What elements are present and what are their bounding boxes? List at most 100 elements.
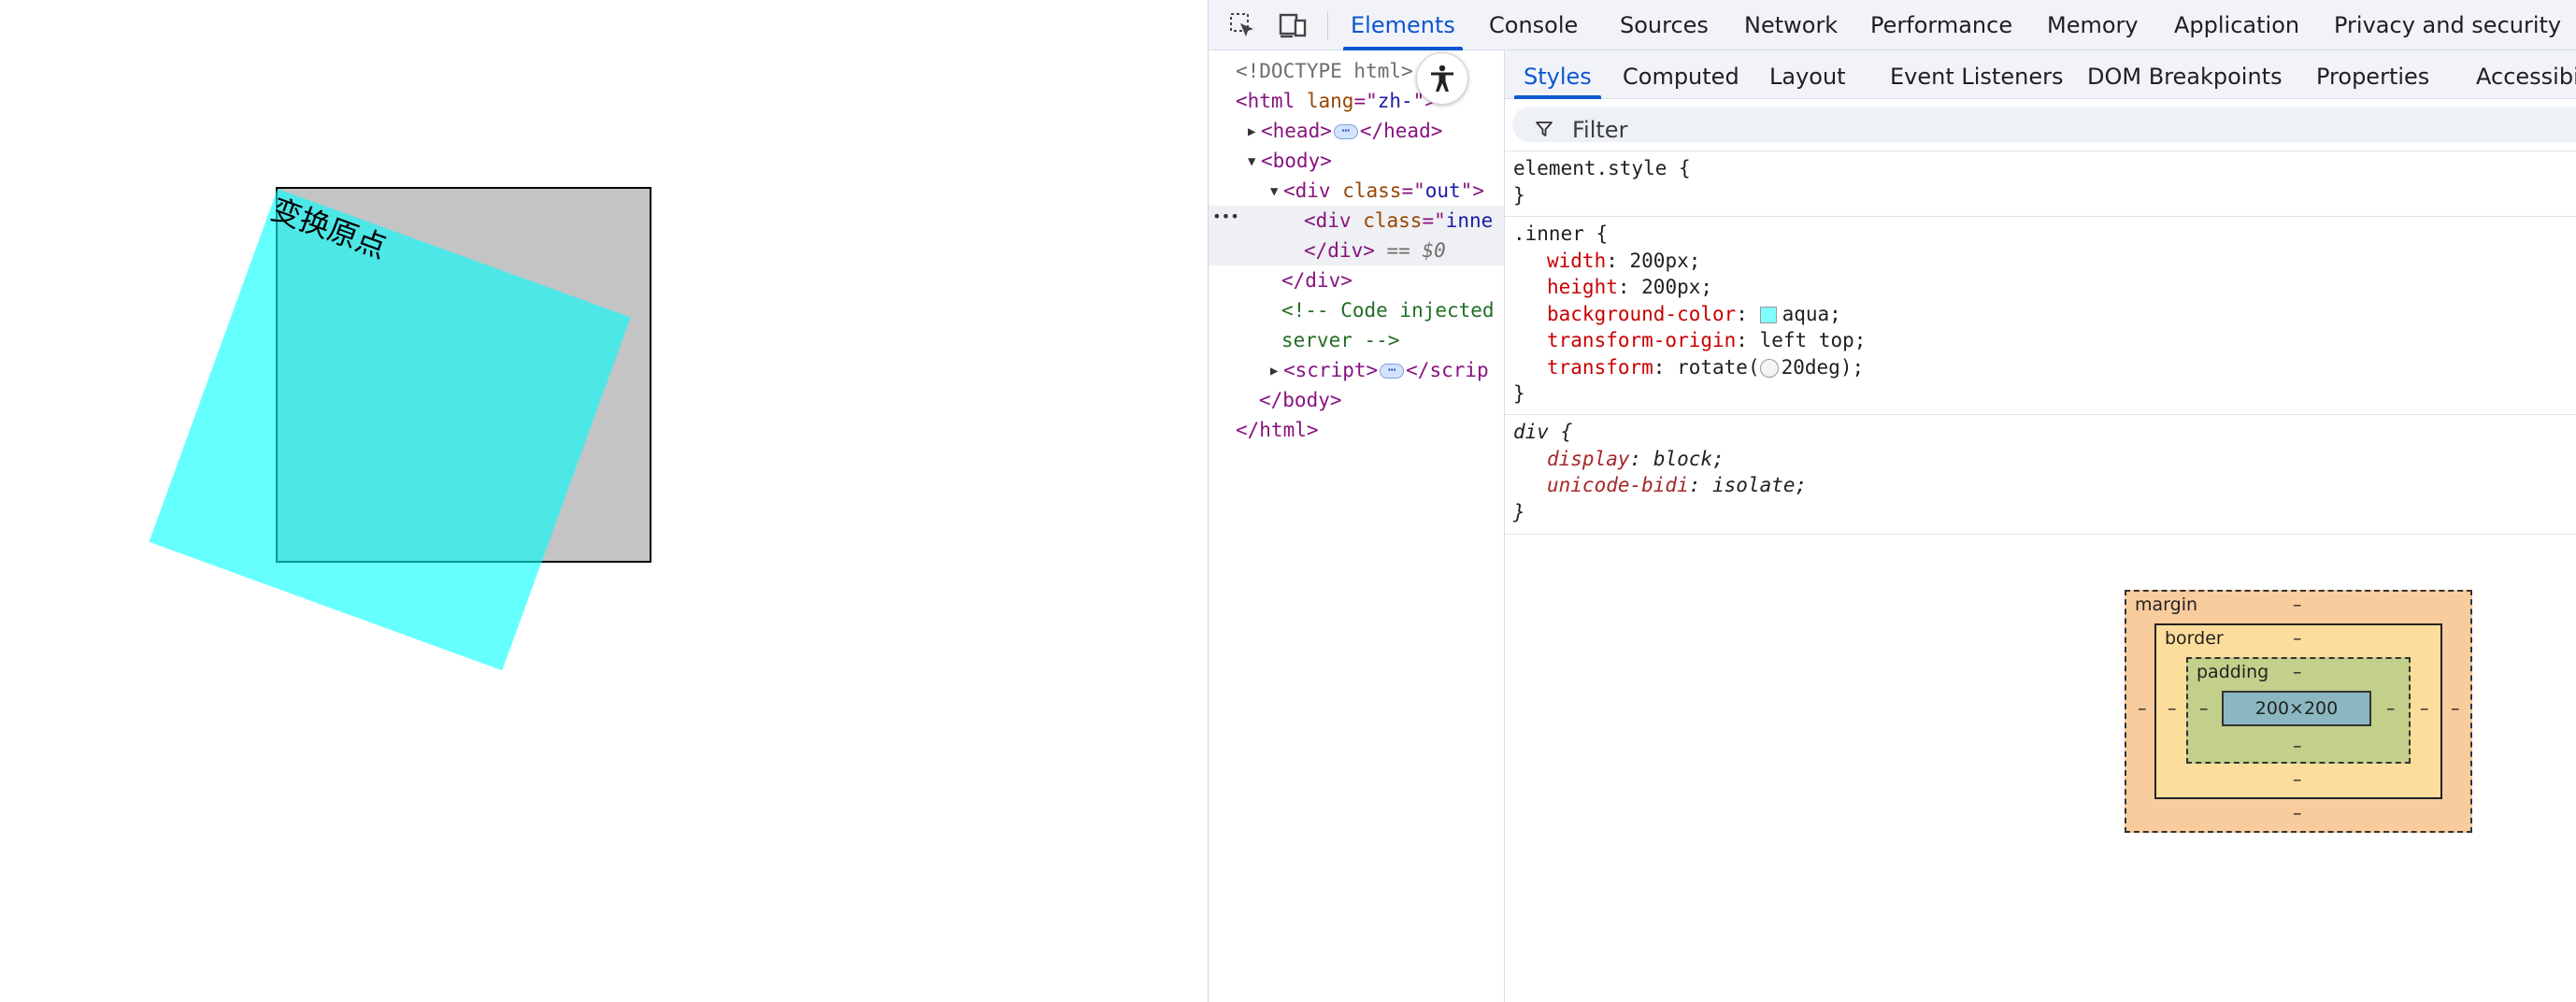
prop-row-background-color[interactable]: background-color: aqua; (1505, 301, 2576, 328)
div-out-end: "> (1460, 179, 1484, 202)
tab-console[interactable]: Console (1489, 0, 1578, 50)
dom-row-script[interactable]: ▶ <script> ⋯ </scrip (1209, 355, 1504, 385)
prop-value: aqua; (1782, 302, 1841, 325)
rule-element-style: element.style { } (1505, 151, 2576, 217)
inner-box-rotated: 变换原点 (149, 189, 631, 671)
padding-top-value[interactable]: – (2293, 662, 2302, 682)
tab-memory[interactable]: Memory (2047, 0, 2139, 50)
border-right-value[interactable]: – (2420, 698, 2429, 719)
comment-line-1: <!-- Code injected (1281, 299, 1495, 322)
tab-elements[interactable]: Elements (1343, 0, 1463, 50)
prop-colon: : (1617, 276, 1642, 298)
inner-selector[interactable]: .inner { (1505, 221, 2576, 248)
prop-value: 200px; (1629, 249, 1701, 272)
tab-dom-breakpoints[interactable]: DOM Breakpoints (2087, 50, 2283, 99)
prop-name: unicode-bidi (1547, 474, 1689, 496)
row-options-marker[interactable]: ••• (1212, 202, 1239, 232)
tab-event-listeners[interactable]: Event Listeners (1890, 50, 2063, 99)
prop-row-unicode-bidi[interactable]: unicode-bidi: isolate; (1505, 472, 2576, 499)
filter-input[interactable]: Filter (1512, 107, 2576, 143)
margin-label: margin (2135, 594, 2198, 615)
border-bottom-value[interactable]: – (2293, 769, 2302, 790)
prop-colon: : (1653, 355, 1678, 379)
prop-name: transform (1547, 355, 1653, 379)
div-inner-eq: =" (1422, 209, 1446, 232)
div-inner-class-value: inne (1445, 209, 1494, 232)
prop-name: height (1547, 276, 1618, 298)
tab-network[interactable]: Network (1744, 0, 1838, 50)
expand-triangle-icon[interactable]: ▶ (1248, 117, 1261, 147)
tab-sources[interactable]: Sources (1620, 0, 1709, 50)
prop-colon: : (1606, 249, 1630, 272)
page-viewport: 变换原点 (0, 0, 1208, 1002)
tab-accessibility[interactable]: Accessibi (2476, 50, 2576, 99)
prop-row-transform-origin[interactable]: transform-origin: left top; (1505, 327, 2576, 354)
script-open-tag: <script> (1283, 359, 1379, 381)
div-out-close-tag: </div> (1281, 269, 1352, 292)
margin-left-value[interactable]: – (2138, 698, 2147, 719)
element-style-selector[interactable]: element.style { (1505, 155, 2576, 182)
angle-clock-icon[interactable] (1759, 358, 1779, 378)
dom-row-div-out-close[interactable]: </div> (1209, 265, 1504, 295)
collapse-triangle-icon[interactable]: ▼ (1270, 177, 1283, 207)
tab-computed[interactable]: Computed (1623, 50, 1739, 99)
dom-row-comment[interactable]: <!-- Code injected (1209, 295, 1504, 325)
html-lang-attr: lang (1306, 90, 1354, 112)
prop-colon: : (1629, 447, 1653, 470)
color-swatch[interactable] (1759, 306, 1777, 323)
prop-name: transform-origin (1547, 329, 1737, 351)
head-close-tag: </head> (1359, 120, 1443, 142)
dom-tree-panel: <!DOCTYPE html> <html lang="zh-"> ▶ <head… (1209, 50, 1504, 1002)
border-left-value[interactable]: – (2168, 698, 2177, 719)
prop-row-transform[interactable]: transform: rotate(20deg); (1505, 354, 2576, 381)
tab-application[interactable]: Application (2174, 0, 2299, 50)
ua-div-selector[interactable]: div { (1505, 419, 2576, 446)
dom-row-div-out[interactable]: ▼ <div class="out"> (1209, 176, 1504, 206)
padding-left-value[interactable]: – (2199, 698, 2209, 719)
box-model-content[interactable]: 200×200 (2222, 691, 2371, 726)
tab-layout[interactable]: Layout (1769, 50, 1846, 99)
dom-row-head[interactable]: ▶ <head> ⋯ </head> (1209, 116, 1504, 146)
rule-inner: .inner { width: 200px; height: 200px; ba… (1505, 217, 2576, 415)
tab-performance[interactable]: Performance (1870, 0, 2012, 50)
tab-properties[interactable]: Properties (2316, 50, 2429, 99)
devtools-panel: Elements Console Sources Network Perform… (1208, 0, 2576, 1002)
margin-top-value[interactable]: – (2293, 594, 2302, 615)
dom-row-html-close[interactable]: </html> (1209, 415, 1504, 445)
expand-triangle-icon[interactable]: ▶ (1270, 356, 1283, 386)
padding-bottom-value[interactable]: – (2293, 736, 2302, 756)
padding-right-value[interactable]: – (2386, 698, 2396, 719)
border-top-value[interactable]: – (2293, 628, 2302, 649)
dom-row-div-inner-selected[interactable]: ••• <div class="inne (1209, 206, 1504, 236)
body-open-tag: <body> (1261, 150, 1332, 172)
inspect-element-icon[interactable] (1225, 8, 1259, 42)
margin-right-value[interactable]: – (2451, 698, 2460, 719)
collapse-triangle-icon[interactable]: ▼ (1248, 147, 1261, 177)
prop-colon: : (1736, 329, 1760, 351)
collapsed-content-icon[interactable]: ⋯ (1333, 124, 1358, 139)
padding-label: padding (2197, 662, 2269, 682)
prop-row-display[interactable]: display: block; (1505, 446, 2576, 473)
html-open-tag: <html (1236, 90, 1307, 112)
dom-row-comment-cont[interactable]: server --> (1209, 325, 1504, 355)
html-close-tag: </html> (1236, 419, 1319, 441)
dom-row-body-close[interactable]: </body> (1209, 385, 1504, 415)
div-out-class-attr: class (1342, 179, 1402, 202)
device-toolbar-icon[interactable] (1276, 8, 1309, 42)
margin-bottom-value[interactable]: – (2293, 803, 2302, 823)
prop-row-height[interactable]: height: 200px; (1505, 274, 2576, 301)
styles-pane: Styles Computed Layout Event Listeners D… (1505, 50, 2576, 1002)
accessibility-tree-button[interactable] (1416, 52, 1468, 105)
html-lang-value: zh- (1377, 90, 1413, 112)
tab-styles[interactable]: Styles (1514, 50, 1601, 99)
tab-privacy-and-security[interactable]: Privacy and security (2334, 0, 2561, 50)
div-out-class-value: out (1424, 179, 1461, 202)
rule-user-agent-div: div { display: block; unicode-bidi: isol… (1505, 415, 2576, 535)
dom-row-div-inner-close[interactable]: </div> == $0 (1209, 236, 1504, 265)
collapsed-content-icon[interactable]: ⋯ (1380, 364, 1405, 379)
rule-close-brace: } (1513, 183, 1525, 207)
accessibility-icon (1431, 64, 1453, 92)
prop-row-width[interactable]: width: 200px; (1505, 248, 2576, 275)
dom-row-body[interactable]: ▼ <body> (1209, 146, 1504, 176)
prop-value-post: 20deg); (1781, 355, 1865, 379)
